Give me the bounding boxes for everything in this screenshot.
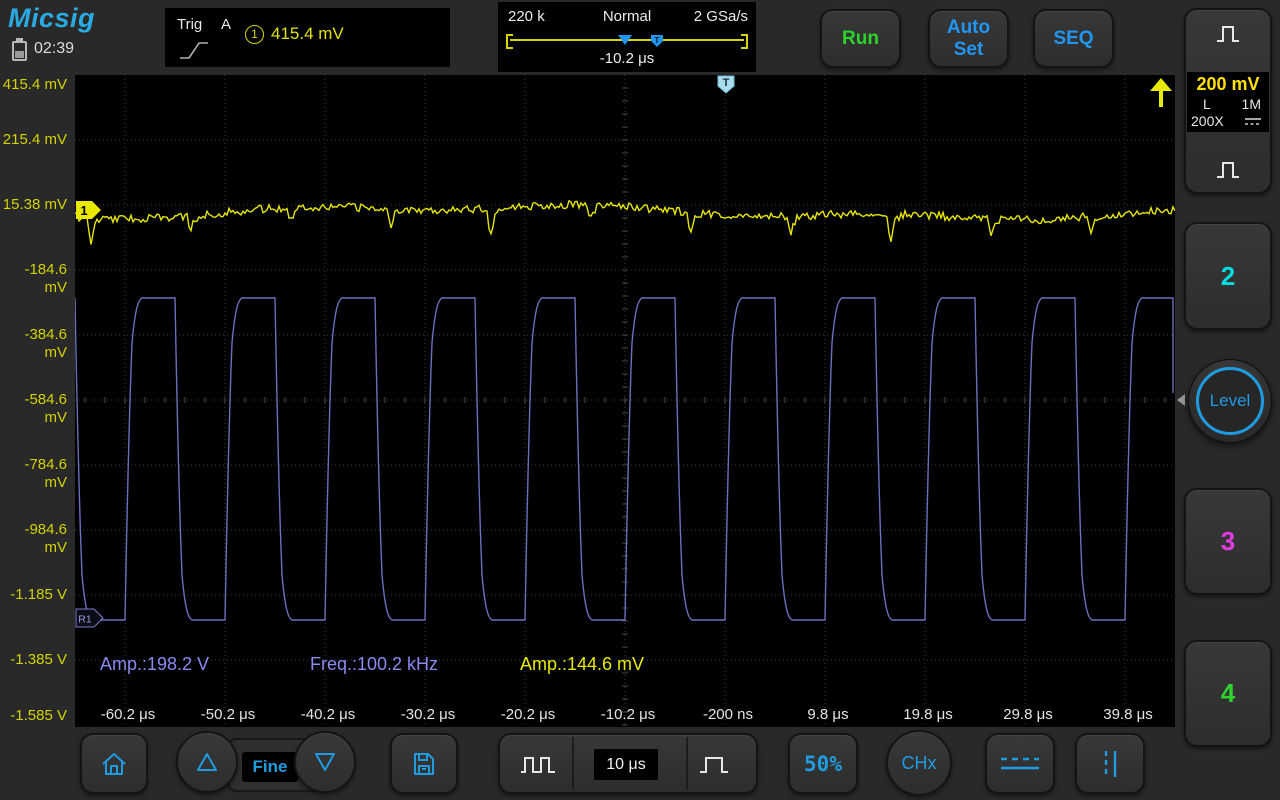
- up-triangle-icon: [197, 753, 217, 771]
- svg-text:1: 1: [80, 203, 87, 218]
- svg-text:T: T: [723, 77, 730, 89]
- vertical-cursor-icon: [1104, 750, 1117, 777]
- channel-2-button[interactable]: 2: [1184, 222, 1272, 330]
- timebase-value[interactable]: 10 μs: [594, 749, 658, 780]
- y-axis-label: 215.4 mV: [2, 131, 67, 148]
- trigger-channel-badge: 1: [245, 25, 264, 44]
- increment-button[interactable]: [176, 731, 238, 793]
- x-axis-label: -30.2 μs: [400, 706, 456, 723]
- y-axis-label: -584.6 mV: [24, 391, 67, 426]
- home-icon: [102, 752, 126, 775]
- home-button[interactable]: [80, 733, 148, 794]
- x-axis-label: 29.8 μs: [1003, 706, 1053, 723]
- y-axis-label: -784.6 mV: [24, 456, 67, 491]
- svg-text:T: T: [655, 36, 660, 45]
- horizontal-cursor-icon: [1001, 757, 1039, 769]
- measurement: Amp.:144.6 mV: [520, 654, 645, 674]
- channel-select-button[interactable]: CHx: [886, 730, 952, 796]
- x-axis-labels: -60.2 μs -50.2 μs -40.2 μs -30.2 μs -20.…: [75, 706, 1175, 724]
- waveform-display[interactable]: T 1 R1: [74, 75, 1176, 727]
- measurement: Freq.:100.2 kHz: [310, 654, 439, 674]
- vertical-cursors-button[interactable]: [1075, 733, 1145, 794]
- y-axis-label: -184.6 mV: [24, 261, 67, 296]
- trigger-level-value: 415.4 mV: [271, 24, 344, 43]
- svg-text:R1: R1: [78, 614, 92, 626]
- trigger-source: A: [221, 16, 232, 33]
- trigger-status-panel[interactable]: Trig A 1 415.4 mV: [165, 8, 450, 67]
- x-axis-label: -60.2 μs: [100, 706, 156, 723]
- zoom-out-timebase-icon[interactable]: [519, 754, 557, 776]
- horizontal-cursors-button[interactable]: [985, 733, 1055, 794]
- seq-button[interactable]: SEQ: [1033, 9, 1114, 68]
- sample-rate: 2 GSa/s: [693, 8, 748, 25]
- level-knob-label: Level: [1209, 391, 1251, 410]
- clock: 02:39: [34, 40, 75, 57]
- horizontal-offset-value: -10.2 μs: [599, 50, 655, 67]
- x-axis-label: -200 ns: [702, 706, 754, 723]
- dc-coupling-icon: [1245, 118, 1261, 125]
- x-axis-label: -20.2 μs: [500, 706, 556, 723]
- y-axis-label: 415.4 mV: [2, 76, 67, 93]
- timebase-group: 10 μs: [498, 733, 758, 794]
- x-axis-label: -10.2 μs: [600, 706, 656, 723]
- level-indicator-arrow-icon: [1177, 394, 1185, 406]
- pulse-icon: [1217, 162, 1239, 178]
- y-axis-label: -1.585 V: [10, 707, 67, 724]
- y-axis-labels: 415.4 mV 215.4 mV 15.38 mV -184.6 mV -38…: [0, 75, 70, 727]
- save-icon: [414, 752, 434, 775]
- record-bar-right-bracket: [741, 34, 748, 49]
- measurement-row: Amp.:198.2 V Freq.:100.2 kHz Amp.:144.6 …: [75, 654, 1175, 676]
- decrement-button[interactable]: [294, 731, 356, 793]
- y-axis-label: -1.385 V: [10, 651, 67, 668]
- measurement: Amp.:198.2 V: [100, 654, 210, 674]
- run-button[interactable]: Run: [820, 9, 901, 68]
- ch1-impedance: 1M: [1241, 96, 1261, 112]
- pulse-icon: [1217, 26, 1239, 42]
- brand-logo: Micsig: [8, 3, 96, 33]
- ch1-probe-attenuation: 200X: [1191, 113, 1224, 129]
- zoom-in-timebase-icon[interactable]: [698, 754, 730, 776]
- x-axis-label: 9.8 μs: [807, 706, 849, 723]
- waveform-canvas: T 1 R1: [74, 75, 1176, 727]
- x-axis-label: 19.8 μs: [903, 706, 953, 723]
- y-axis-label: 15.38 mV: [2, 196, 67, 213]
- horizontal-status-panel[interactable]: 220 k Normal 2 GSa/s T -10.2 μs: [498, 2, 756, 72]
- level-knob[interactable]: Level: [1188, 359, 1272, 443]
- ch1-coupling: L: [1203, 96, 1211, 112]
- ch1-settings-box[interactable]: 200 mV L 1M 200X: [1187, 72, 1269, 132]
- ch1-scale: 200 mV: [1196, 74, 1260, 94]
- fifty-percent-button[interactable]: 50%: [788, 733, 858, 794]
- x-axis-label: -40.2 μs: [300, 706, 356, 723]
- channel-3-button[interactable]: 3: [1184, 488, 1272, 595]
- x-axis-label: -50.2 μs: [200, 706, 256, 723]
- y-axis-label: -384.6 mV: [24, 326, 67, 361]
- trigger-label: Trig: [177, 16, 203, 33]
- top-bar: Micsig 02:39 Trig A 1 415.4 mV 220 k Nor…: [0, 0, 1280, 75]
- bottom-toolbar: Fine 10 μs 50% CHx: [0, 728, 1280, 800]
- save-button[interactable]: [390, 733, 458, 794]
- down-triangle-icon: [315, 753, 335, 771]
- x-axis-label: 39.8 μs: [1103, 706, 1153, 723]
- battery-icon: [12, 38, 27, 61]
- rising-edge-icon: [180, 42, 208, 59]
- window-position-triangle-icon[interactable]: [618, 35, 632, 45]
- y-axis-label: -984.6 mV: [24, 521, 67, 556]
- ch1-channel-panel[interactable]: 200 mV L 1M 200X: [1184, 8, 1272, 194]
- oscilloscope-screen: Micsig 02:39 Trig A 1 415.4 mV 220 k Nor…: [0, 0, 1280, 800]
- fine-mode-indicator[interactable]: Fine: [242, 752, 298, 782]
- record-bar-left-bracket: [506, 34, 513, 49]
- trigger-position-flag-icon[interactable]: T: [650, 34, 664, 48]
- y-axis-label: -1.185 V: [10, 586, 67, 603]
- autoset-button[interactable]: Auto Set: [928, 9, 1009, 68]
